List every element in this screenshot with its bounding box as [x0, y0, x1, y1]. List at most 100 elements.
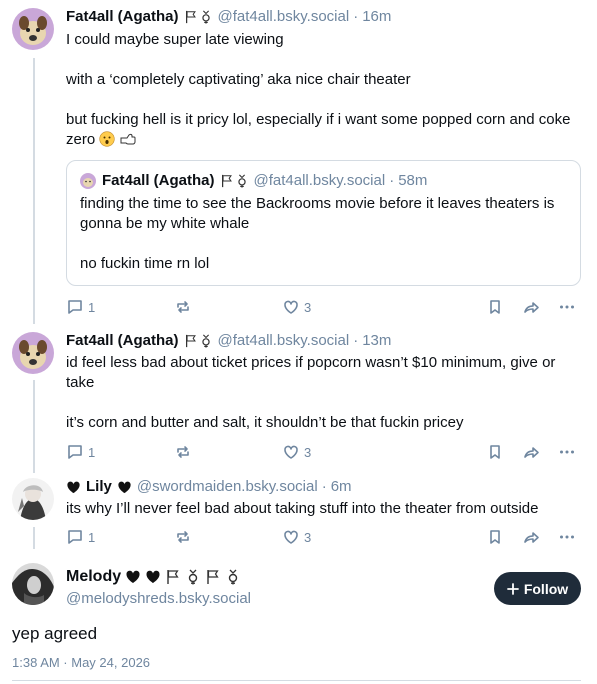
reply-icon: [68, 300, 82, 314]
astonished-face-emoji: [99, 131, 115, 147]
author-handle[interactable]: @melodyshreds.bsky.social: [66, 590, 251, 607]
quoted-post-time: 58m: [398, 172, 428, 189]
bookmark-button[interactable]: [486, 443, 504, 461]
quoted-post[interactable]: Fat4all (Agatha) @fat4all.bsky.social · …: [66, 160, 581, 286]
more-options-button[interactable]: [558, 298, 576, 316]
follow-label: Follow: [523, 580, 569, 597]
reply-icon: [68, 530, 82, 544]
genderfluid-symbol-icon: [228, 569, 238, 585]
black-heart-icon: [146, 570, 160, 583]
separator-dot: ·: [389, 172, 395, 189]
black-heart-icon: [118, 481, 131, 493]
author-name[interactable]: Fat4all (Agatha): [66, 332, 179, 350]
avatar[interactable]: [12, 8, 54, 50]
reply-icon: [68, 445, 82, 459]
share-button[interactable]: [522, 298, 540, 316]
author-name[interactable]: Lily: [86, 478, 112, 496]
quoted-avatar: [80, 173, 96, 189]
like-count: 3: [304, 529, 312, 545]
thread-line: [33, 58, 35, 324]
quoted-author-handle: @fat4all.bsky.social: [253, 172, 386, 189]
divider: [12, 680, 581, 681]
post-text: I could maybe super late viewing with a …: [66, 30, 581, 150]
separator-dot: ·: [353, 8, 359, 25]
like-button[interactable]: 3: [282, 443, 311, 461]
like-button[interactable]: 3: [282, 298, 311, 316]
more-icon: [560, 450, 574, 454]
name-emoji-flags: [184, 10, 213, 24]
author-name-row: Melody: [66, 568, 241, 586]
repost-icon: [177, 301, 189, 313]
reply-count: 1: [88, 299, 96, 315]
author-name[interactable]: Fat4all (Agatha): [66, 8, 179, 26]
repost-button[interactable]: [174, 443, 192, 461]
reply-count: 1: [88, 444, 96, 460]
more-icon: [560, 305, 574, 309]
post-actions: 1 3: [66, 443, 582, 463]
author-handle[interactable]: @fat4all.bsky.social: [218, 8, 350, 26]
post-timestamp[interactable]: 1:38 AM · May 24, 2026: [12, 655, 150, 670]
repost-icon: [177, 531, 189, 543]
quoted-paragraph: no fuckin time rn lol: [80, 255, 210, 272]
genderfluid-symbol-icon: [201, 334, 210, 348]
genderfluid-symbol-icon: [201, 10, 210, 24]
genderfluid-symbol-icon: [188, 569, 198, 585]
post-actions: 1 3: [66, 528, 582, 548]
post-actions: 1 3: [66, 298, 582, 318]
post-text: its why I’ll never feel bad about taking…: [66, 499, 581, 519]
more-options-button[interactable]: [558, 528, 576, 546]
name-emoji-flags: [184, 334, 213, 348]
share-button[interactable]: [522, 528, 540, 546]
like-button[interactable]: 3: [282, 528, 311, 546]
avatar[interactable]: [12, 563, 54, 605]
quoted-author-name: Fat4all (Agatha): [102, 172, 215, 189]
genderfluid-symbol-icon: [237, 174, 246, 188]
thread-line: [33, 527, 35, 549]
post-time[interactable]: 13m: [362, 332, 391, 350]
flag-icon: [207, 570, 219, 584]
black-heart-icon: [67, 481, 80, 493]
author-handle[interactable]: @fat4all.bsky.social: [218, 332, 350, 350]
post-paragraph: id feel less bad about ticket prices if …: [66, 354, 556, 391]
post-paragraph: its why I’ll never feel bad about taking…: [66, 500, 539, 517]
more-icon: [560, 535, 574, 539]
post-time[interactable]: 16m: [362, 8, 391, 26]
flag-icon: [221, 174, 232, 188]
author-handle[interactable]: @swordmaiden.bsky.social: [137, 478, 318, 496]
post-paragraph: I could maybe super late viewing: [66, 31, 284, 48]
avatar[interactable]: [12, 478, 54, 520]
post-paragraph: it’s corn and butter and salt, it should…: [66, 414, 464, 431]
like-count: 3: [304, 444, 312, 460]
heart-icon: [284, 530, 298, 544]
post-text: id feel less bad about ticket prices if …: [66, 353, 581, 433]
avatar[interactable]: [12, 332, 54, 374]
post-paragraph: but fucking hell is it pricy lol, especi…: [66, 111, 571, 148]
repost-button[interactable]: [174, 528, 192, 546]
more-options-button[interactable]: [558, 443, 576, 461]
flag-icon: [185, 334, 196, 348]
reply-button[interactable]: 1: [66, 528, 95, 546]
share-icon: [524, 447, 539, 458]
share-icon: [524, 302, 539, 313]
thread-line: [33, 380, 35, 473]
reply-button[interactable]: 1: [66, 443, 95, 461]
flag-icon: [185, 10, 196, 24]
flag-icon: [167, 570, 179, 584]
bookmark-icon: [490, 445, 500, 459]
plus-icon: [506, 582, 519, 595]
bookmark-button[interactable]: [486, 298, 504, 316]
repost-button[interactable]: [174, 298, 192, 316]
heart-icon: [284, 445, 298, 459]
repost-icon: [177, 446, 189, 458]
bookmark-icon: [490, 300, 500, 314]
follow-button[interactable]: Follow: [494, 572, 581, 605]
author-name[interactable]: Melody: [66, 568, 121, 586]
post-time[interactable]: 6m: [331, 478, 352, 496]
share-button[interactable]: [522, 443, 540, 461]
reply-button[interactable]: 1: [66, 298, 95, 316]
bookmark-button[interactable]: [486, 528, 504, 546]
post-paragraph: with a ‘completely captivating’ aka nice…: [66, 71, 411, 88]
separator-dot: ·: [321, 478, 327, 495]
reply-count: 1: [88, 529, 96, 545]
quoted-paragraph: finding the time to see the Backrooms mo…: [80, 195, 555, 232]
